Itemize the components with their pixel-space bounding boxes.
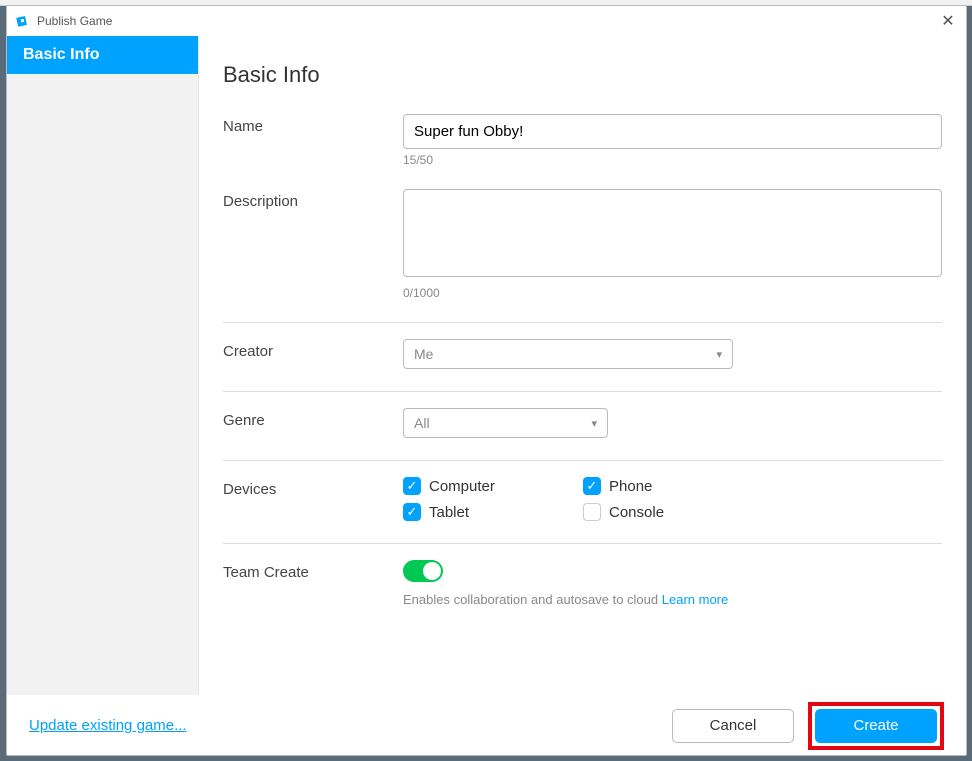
teamcreate-label: Team Create — [223, 560, 403, 581]
checkbox-icon: ✓ — [403, 477, 421, 495]
publish-game-dialog: Publish Game ✕ Basic Info Basic Info Nam… — [6, 5, 967, 756]
creator-value: Me — [414, 346, 433, 362]
roblox-studio-icon — [15, 13, 31, 29]
learn-more-link[interactable]: Learn more — [662, 592, 728, 607]
sidebar: Basic Info — [7, 36, 199, 695]
divider — [223, 322, 942, 323]
sidebar-item-basic-info[interactable]: Basic Info — [7, 36, 198, 74]
device-computer-checkbox[interactable]: ✓ Computer — [403, 477, 583, 495]
cancel-button[interactable]: Cancel — [672, 709, 794, 743]
genre-value: All — [414, 415, 430, 431]
footer: Update existing game... Cancel Create — [7, 695, 966, 755]
genre-select[interactable]: All ▾ — [403, 408, 608, 438]
chevron-down-icon: ▾ — [716, 348, 722, 361]
update-existing-game-link[interactable]: Update existing game... — [29, 717, 658, 734]
teamcreate-helper: Enables collaboration and autosave to cl… — [403, 592, 942, 607]
creator-label: Creator — [223, 339, 403, 360]
name-counter: 15/50 — [403, 153, 942, 167]
device-phone-checkbox[interactable]: ✓ Phone — [583, 477, 763, 495]
creator-select[interactable]: Me ▾ — [403, 339, 733, 369]
device-console-checkbox[interactable]: Console — [583, 503, 763, 521]
divider — [223, 460, 942, 461]
titlebar: Publish Game ✕ — [7, 6, 966, 36]
checkbox-icon — [583, 503, 601, 521]
description-input[interactable] — [403, 189, 942, 277]
window-title: Publish Game — [37, 14, 938, 28]
devices-label: Devices — [223, 477, 403, 498]
chevron-down-icon: ▾ — [591, 417, 597, 430]
create-button[interactable]: Create — [815, 709, 937, 743]
device-tablet-checkbox[interactable]: ✓ Tablet — [403, 503, 583, 521]
page-title: Basic Info — [223, 62, 942, 88]
divider — [223, 543, 942, 544]
description-label: Description — [223, 189, 403, 210]
toggle-knob — [423, 562, 441, 580]
teamcreate-toggle[interactable] — [403, 560, 443, 582]
checkbox-icon: ✓ — [583, 477, 601, 495]
divider — [223, 391, 942, 392]
checkbox-icon: ✓ — [403, 503, 421, 521]
content-area: Basic Info Name 15/50 Description 0/1000… — [199, 36, 966, 695]
description-counter: 0/1000 — [403, 286, 942, 300]
close-icon[interactable]: ✕ — [938, 11, 958, 31]
create-button-highlight: Create — [808, 702, 944, 750]
name-label: Name — [223, 114, 403, 135]
genre-label: Genre — [223, 408, 403, 429]
name-input[interactable] — [403, 114, 942, 149]
